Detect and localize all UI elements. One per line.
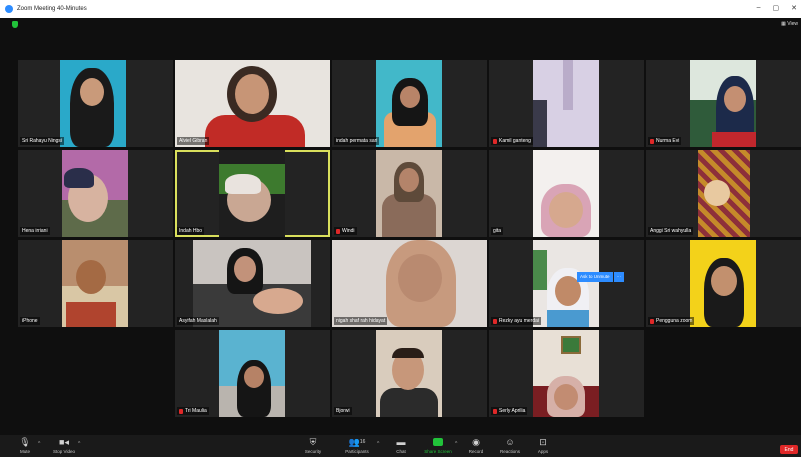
share-screen-icon — [433, 437, 443, 447]
video-feed — [60, 60, 126, 147]
shield-icon: ⛨ — [309, 436, 317, 447]
ask-to-unmute-control: Ask to Unmute ··· — [577, 272, 625, 282]
video-feed — [690, 240, 756, 327]
participant-name: Serly Aprilia — [491, 407, 528, 415]
minimize-icon[interactable]: – — [757, 4, 761, 12]
more-options-button[interactable]: ··· — [613, 272, 625, 282]
participant-name: Sri Rahayu Ningsi — [20, 137, 65, 145]
audio-options-caret-icon[interactable]: ^ — [38, 441, 40, 447]
participant-name: Windi — [334, 227, 357, 235]
participant-tile[interactable]: Tri Maulia — [175, 330, 330, 417]
apps-button[interactable]: ⊡ Apps — [521, 436, 565, 455]
participant-name: Anggi Sri wahyulla — [648, 227, 694, 235]
zoom-logo-icon — [5, 5, 13, 13]
view-button[interactable]: ▦ View — [781, 21, 798, 27]
video-feed — [376, 150, 442, 237]
participant-name: Tri Maulia — [177, 407, 209, 415]
participant-name: Indah Hbo — [177, 227, 205, 235]
video-feed — [376, 60, 442, 147]
participant-tile[interactable]: Serly Aprilia — [489, 330, 644, 417]
muted-mic-icon — [493, 318, 497, 324]
video-feed — [219, 330, 285, 417]
participant-name: Nurma Evi — [648, 137, 682, 145]
participant-tile[interactable]: Bjorwi — [332, 330, 487, 417]
participant-tile[interactable]: nigah shaf rah hidayat — [332, 240, 487, 327]
mute-button[interactable]: 🎙 Mute — [3, 436, 47, 455]
video-feed — [533, 150, 599, 237]
participant-name: Kamil ganteng — [491, 137, 533, 145]
participant-name: Alviel Gibran — [177, 137, 210, 145]
video-feed — [698, 150, 750, 237]
record-icon: ◉ — [472, 436, 480, 447]
video-feed — [193, 240, 311, 327]
participant-tile[interactable]: gita — [489, 150, 644, 237]
participant-name: Rezky ayu merdai — [491, 317, 542, 325]
end-meeting-button[interactable]: End — [780, 445, 798, 454]
video-feed — [376, 330, 442, 417]
video-feed — [533, 60, 599, 147]
participant-tile[interactable]: Asyifah Maslalah — [175, 240, 330, 327]
encryption-shield-icon[interactable] — [12, 21, 18, 28]
participant-tile[interactable]: Pengguna zoom — [646, 240, 801, 327]
close-icon[interactable]: ✕ — [791, 4, 797, 12]
microphone-icon: 🎙 — [19, 436, 31, 447]
video-camera-icon: ■◂ — [59, 436, 69, 447]
meeting-toolbar: 🎙 Mute ^ ■◂ Stop Video ^ ⛨ Security 👥 16 … — [0, 435, 801, 457]
video-feed — [533, 240, 599, 327]
reactions-icon: ☺ — [505, 437, 515, 447]
video-feed — [690, 60, 756, 147]
participant-name: Asyifah Maslalah — [177, 317, 219, 325]
security-button[interactable]: ⛨ Security — [291, 436, 335, 455]
participant-tile[interactable]: indah permata sari — [332, 60, 487, 147]
muted-mic-icon — [493, 408, 497, 414]
participant-tile[interactable]: Rezky ayu merdai — [489, 240, 644, 327]
video-feed — [175, 60, 330, 147]
window-controls: – ▢ ✕ — [757, 4, 797, 12]
title-bar: Zoom Meeting 40-Minutes – ▢ ✕ — [0, 0, 801, 18]
participant-tile[interactable]: Sri Rahayu Ningsi — [18, 60, 173, 147]
maximize-icon[interactable]: ▢ — [773, 4, 780, 12]
muted-mic-icon — [650, 138, 654, 144]
participant-tile-active-speaker[interactable]: Indah Hbo — [175, 150, 330, 237]
video-feed — [332, 240, 487, 327]
participant-tile[interactable]: Anggi Sri wahyulla — [646, 150, 801, 237]
window-title: Zoom Meeting 40-Minutes — [17, 6, 87, 12]
participant-name: iPhone — [20, 317, 40, 325]
participant-tile[interactable]: iPhone — [18, 240, 173, 327]
ask-to-unmute-button[interactable]: Ask to Unmute — [577, 272, 613, 282]
muted-mic-icon — [650, 318, 654, 324]
participant-name: Pengguna zoom — [648, 317, 695, 325]
video-feed — [62, 150, 128, 237]
participant-name: indah permata sari — [334, 137, 380, 145]
muted-mic-icon — [179, 408, 183, 414]
video-grid: Sri Rahayu Ningsi Alviel Gibran indah pe… — [18, 60, 801, 418]
participant-tile[interactable]: Nurma Evi — [646, 60, 801, 147]
video-feed — [219, 150, 285, 237]
video-feed — [62, 240, 128, 327]
participant-tile[interactable]: Kamil ganteng — [489, 60, 644, 147]
video-feed — [533, 330, 599, 417]
muted-mic-icon — [493, 138, 497, 144]
chat-bubble-icon: ▬ — [396, 437, 406, 447]
participant-name: nigah shaf rah hidayat — [334, 317, 388, 325]
participants-icon: 👥 16 — [348, 436, 366, 447]
apps-icon: ⊡ — [539, 436, 547, 447]
participants-button[interactable]: 👥 16 Participants — [335, 436, 379, 455]
participant-name: Hena irriani — [20, 227, 50, 235]
participant-name: Bjorwi — [334, 407, 352, 415]
video-options-caret-icon[interactable]: ^ — [78, 441, 80, 447]
participant-tile[interactable]: Alviel Gibran — [175, 60, 330, 147]
participant-tile[interactable]: Hena irriani — [18, 150, 173, 237]
muted-mic-icon — [336, 228, 340, 234]
participant-tile[interactable]: Windi — [332, 150, 487, 237]
participant-name: gita — [491, 227, 504, 235]
